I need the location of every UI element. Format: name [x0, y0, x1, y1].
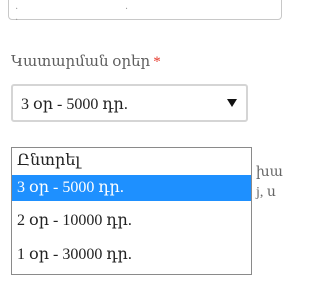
dropdown-option-3-days[interactable]: 3 օր - 5000 դր. — [12, 175, 251, 201]
days-select-value: 3 օր - 5000 դր. — [21, 96, 128, 113]
dropdown-option-2-days[interactable]: 2 օր - 10000 դր. — [12, 208, 251, 234]
field-label-text: Կատարման օրեր — [11, 54, 151, 70]
field-label: Կատարման օրեր * — [11, 52, 161, 71]
previous-input-field[interactable]: · · · · · — [8, 0, 282, 26]
previous-input-dots: · · · · · — [15, 0, 181, 26]
obscured-text-line-1: խա — [256, 165, 283, 180]
days-dropdown-list: Ընտրել 3 օր - 5000 դր. 2 օր - 10000 դր. … — [11, 147, 252, 275]
required-asterisk: * — [153, 54, 161, 70]
dropdown-option-1-day[interactable]: 1 օր - 30000 դր. — [12, 242, 251, 268]
obscured-text-line-2: j, ս — [256, 185, 276, 200]
days-select[interactable]: 3 օր - 5000 դր. — [11, 84, 248, 122]
dropdown-option-choose[interactable]: Ընտրել — [12, 148, 251, 174]
chevron-down-icon[interactable] — [227, 99, 237, 107]
